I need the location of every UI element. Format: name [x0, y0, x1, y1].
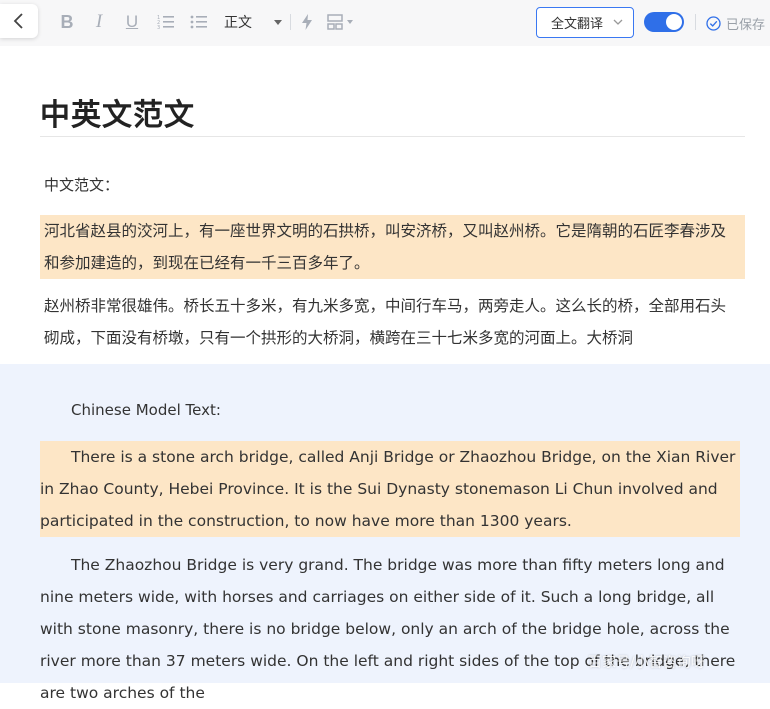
italic-button[interactable]: I: [92, 10, 106, 34]
bullet-list-icon: [190, 15, 207, 29]
english-paragraph-highlighted[interactable]: There is a stone arch bridge, called Anj…: [40, 441, 740, 537]
chevron-left-icon: [13, 13, 23, 29]
editor-toolbar: B I U 1 2 3 正文 全文翻译 已保存: [0, 0, 770, 46]
quick-action-button[interactable]: [300, 10, 314, 34]
paragraph-style-value: 正文: [224, 15, 252, 31]
document-title[interactable]: 中英文范文: [40, 90, 195, 134]
chinese-section-label[interactable]: 中文范文：: [44, 174, 119, 195]
save-status-label: 已保存: [726, 17, 766, 33]
bullet-list-button[interactable]: [189, 10, 209, 34]
ordered-list-button[interactable]: 1 2 3: [156, 10, 176, 34]
ordered-list-icon: 1 2 3: [157, 15, 174, 30]
title-divider: [40, 136, 745, 137]
lightning-icon: [302, 14, 312, 30]
translation-toggle[interactable]: [644, 12, 684, 32]
translation-pane: Chinese Model Text: There is a stone arc…: [0, 364, 770, 702]
toolbar-divider: [290, 14, 291, 30]
save-status: 已保存: [706, 14, 766, 33]
check-circle-icon: [706, 15, 721, 31]
english-section-label[interactable]: Chinese Model Text:: [71, 401, 221, 419]
english-paragraph-text: The Zhaozhou Bridge is very grand. The b…: [40, 556, 736, 702]
layout-icon: [327, 14, 353, 30]
paragraph-style-select[interactable]: 正文: [224, 10, 284, 34]
chevron-down-icon: [613, 19, 623, 25]
caret-down-icon: [274, 20, 282, 25]
full-translate-label: 全文翻译: [551, 17, 604, 32]
english-paragraph[interactable]: The Zhaozhou Bridge is very grand. The b…: [40, 549, 740, 709]
toggle-knob: [666, 14, 682, 30]
underline-button[interactable]: U: [124, 10, 140, 34]
chinese-paragraph-highlighted[interactable]: 河北省赵县的洨河上，有一座世界文明的石拱桥，叫安济桥，又叫赵州桥。它是隋朝的石匠…: [40, 215, 745, 279]
chinese-paragraph[interactable]: 赵州桥非常很雄伟。桥长五十多米，有九米多宽，中间行车马，两旁走人。这么长的桥，全…: [40, 290, 745, 364]
back-button[interactable]: [0, 4, 38, 38]
watermark: 百家号/小智咨询呀: [588, 655, 705, 671]
layout-menu-button[interactable]: [327, 10, 355, 34]
full-translate-dropdown[interactable]: 全文翻译: [536, 7, 634, 38]
english-paragraph-text: There is a stone arch bridge, called Anj…: [40, 448, 736, 530]
toolbar-divider: [695, 14, 696, 30]
svg-text:3: 3: [157, 25, 160, 30]
bold-button[interactable]: B: [58, 10, 76, 34]
